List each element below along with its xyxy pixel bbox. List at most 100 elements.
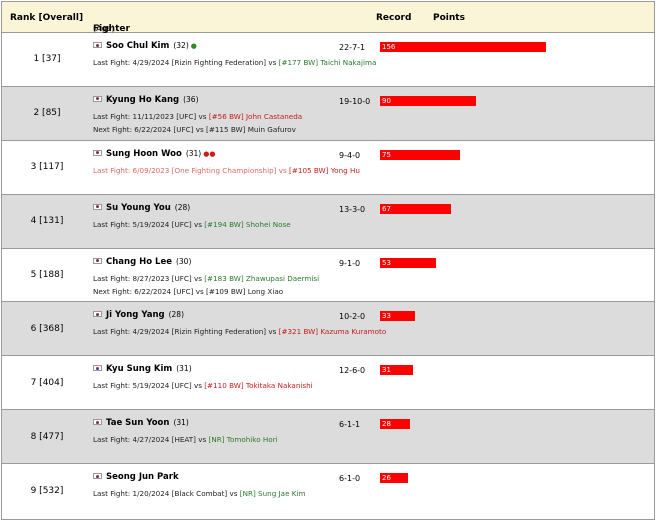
fighter-age: (36)	[183, 94, 199, 104]
last-fight-line: Last Fight: 8/27/2023 [UFC] vs [#183 BW]…	[93, 274, 319, 283]
opponent-link[interactable]: [NR] Sung Jae Kim	[240, 489, 306, 498]
rank-cell: 6 [368]	[30, 323, 64, 334]
points-bar: 28	[380, 419, 410, 430]
last-fight-line: Last Fight: 5/19/2024 [UFC] vs [#194 BW]…	[93, 220, 291, 229]
opponent-link[interactable]: [#115 BW] Muin Gafurov	[206, 125, 296, 134]
table-row: 3 [117] Sung Hoon Woo (31) ●● Last Fight: …	[2, 141, 654, 195]
last-fight-text: Last Fight: 6/09/2023 [One Fighting Cham…	[93, 165, 290, 175]
fighter-name-link[interactable]: Sung Hoon Woo	[106, 149, 182, 159]
last-fight-text: Last Fight: 11/11/2023 [UFC] vs	[93, 111, 209, 121]
last-fight-line: Last Fight: 5/19/2024 [UFC] vs [#110 BW]…	[93, 381, 313, 390]
last-fight-line: Last Fight: 4/29/2024 [Rizin Fighting Fe…	[93, 327, 386, 336]
fighter-cell: Seong Jun Park	[93, 472, 183, 482]
last-fight-text: Last Fight: 1/20/2024 [Black Combat] vs	[93, 489, 240, 499]
last-fight-line: Last Fight: 4/29/2024 [Rizin Fighting Fe…	[93, 58, 376, 67]
last-fight-text: Last Fight: 4/29/2024 [Rizin Fighting Fe…	[93, 58, 279, 67]
fighter-cell: Sung Hoon Woo (31) ●●	[93, 149, 215, 159]
last-fight-text: Last Fight: 4/29/2024 [Rizin Fighting Fe…	[93, 327, 279, 337]
korea-flag-icon	[93, 42, 102, 48]
korea-flag-icon	[93, 311, 102, 318]
fighter-name-link[interactable]: Seong Jun Park	[106, 472, 179, 482]
fighter-age: (31)	[185, 148, 202, 158]
korea-flag-icon	[93, 257, 102, 264]
fighter-cell: Soo Chul Kim (32) ●	[93, 41, 197, 51]
korea-flag-icon	[93, 203, 102, 210]
points-column-header[interactable]: Points	[433, 13, 465, 23]
korea-flag-icon	[93, 365, 102, 372]
opponent-link[interactable]: [#321 BW] Kazuma Kuramoto	[279, 327, 387, 336]
last-fight-line: Last Fight: 1/20/2024 [Black Combat] vs …	[93, 489, 306, 498]
next-fight-text: Next Fight: 6/22/2024 [UFC] vs	[93, 124, 207, 134]
rankings-table: Rank [Overall] Fighter (Age) Record Poin…	[1, 1, 655, 520]
rank-cell: 9 [532]	[30, 486, 64, 497]
next-fight-text: Next Fight: 6/22/2024 [UFC] vs	[93, 286, 207, 296]
record-cell: 9-4-0	[339, 150, 361, 160]
last-fight-text: Last Fight: 4/27/2024 [HEAT] vs	[93, 435, 209, 445]
record-cell: 10-2-0	[339, 312, 366, 322]
points-bar: 31	[380, 365, 413, 376]
last-fight-line: Last Fight: 11/11/2023 [UFC] vs [#56 BW]…	[93, 112, 302, 121]
rank-cell: 7 [404]	[30, 377, 64, 388]
rank-cell: 3 [117]	[30, 162, 64, 173]
opponent-link[interactable]: [#194 BW] Shohei Nose	[204, 220, 290, 229]
korea-flag-icon	[93, 149, 102, 156]
record-cell: 13-3-0	[339, 204, 366, 214]
fighter-cell: Kyung Ho Kang (36)	[93, 95, 199, 105]
record-cell: 12-6-0	[339, 366, 366, 376]
table-row: 5 [188] Chang Ho Lee (30) Last Fight: 8/2…	[2, 249, 654, 303]
fighter-age: (32)	[173, 41, 189, 50]
opponent-link[interactable]: [#183 BW] Zhawupasi Daermisi	[204, 274, 319, 283]
korea-flag-icon	[93, 473, 102, 480]
fighter-name-link[interactable]: Kyung Ho Kang	[106, 95, 179, 105]
table-row: 4 [131] Su Young You (28) Last Fight: 5/1…	[2, 194, 654, 249]
rank-column-header[interactable]: Rank [Overall]	[10, 13, 83, 23]
fighter-name-link[interactable]: Kyu Sung Kim	[106, 364, 172, 374]
table-row: 2 [85] Kyung Ho Kang (36) Last Fight: 11/…	[2, 86, 654, 141]
age-header-label: (Age)	[93, 24, 115, 33]
last-fight-line: Last Fight: 6/09/2023 [One Fighting Cham…	[93, 166, 360, 175]
korea-flag-icon	[93, 419, 102, 426]
points-bar: 75	[380, 149, 460, 160]
rank-cell: 2 [85]	[33, 108, 61, 119]
opponent-link[interactable]: [#110 BW] Tokitaka Nakanishi	[204, 381, 312, 390]
last-fight-text: Last Fight: 5/19/2024 [UFC] vs	[93, 381, 205, 391]
fighter-cell: Chang Ho Lee (30)	[93, 257, 191, 267]
table-row: 9 [532] Seong Jun Park Last Fight: 1/20/…	[2, 464, 654, 518]
status-dot-green-icon: ●	[190, 42, 197, 50]
rank-cell: 1 [37]	[33, 54, 61, 65]
table-row: 7 [404] Kyu Sung Kim (31) Last Fight: 5/1…	[2, 356, 654, 411]
fighter-name-link[interactable]: Su Young You	[106, 203, 171, 213]
fighter-cell: Ji Yong Yang (28)	[93, 310, 184, 320]
points-bar: 90	[380, 95, 476, 106]
fighter-age: (31)	[176, 364, 192, 374]
fighter-name-link[interactable]: Soo Chul Kim	[106, 41, 169, 51]
opponent-link[interactable]: [#109 BW] Long Xiao	[206, 287, 283, 296]
record-cell: 19-10-0	[339, 96, 371, 106]
fighter-name-link[interactable]: Tae Sun Yoon	[106, 418, 169, 428]
points-bar: 156	[380, 42, 546, 52]
table-row: 1 [37] Soo Chul Kim (32) ● Last Fight: 4/2…	[2, 33, 654, 87]
korea-flag-icon	[93, 95, 102, 102]
record-cell: 6-1-1	[339, 420, 361, 430]
points-bar: 33	[380, 311, 416, 322]
opponent-link[interactable]: [#105 BW] Yong Hu	[289, 166, 360, 175]
record-cell: 9-1-0	[339, 258, 361, 268]
fighter-age: (30)	[175, 256, 192, 266]
fighter-name-link[interactable]: Ji Yong Yang	[106, 310, 165, 320]
fighter-age: (28)	[174, 202, 191, 212]
record-column-header[interactable]: Record	[376, 13, 411, 23]
opponent-link[interactable]: [NR] Tomohiko Hori	[209, 435, 278, 444]
fighter-name-link[interactable]: Chang Ho Lee	[106, 257, 172, 267]
record-cell: 6-1-0	[339, 474, 361, 484]
fighter-cell: Su Young You (28)	[93, 203, 190, 213]
table-row: 6 [368] Ji Yong Yang (28) Last Fight: 4/2…	[2, 302, 654, 357]
points-bar: 67	[380, 203, 452, 214]
record-cell: 22-7-1	[339, 43, 366, 52]
table-row: 8 [477] Tae Sun Yoon (31) Last Fight: 4/2…	[2, 410, 654, 465]
opponent-link[interactable]: [#177 BW] Taichi Nakajima	[279, 58, 377, 67]
fighter-cell: Kyu Sung Kim (31)	[93, 364, 192, 374]
next-fight-line: Next Fight: 6/22/2024 [UFC] vs [#115 BW]…	[93, 125, 296, 134]
fighter-cell: Tae Sun Yoon (31)	[93, 418, 189, 428]
fighter-age: (28)	[168, 310, 184, 320]
opponent-link[interactable]: [#56 BW] John Castaneda	[209, 112, 302, 121]
